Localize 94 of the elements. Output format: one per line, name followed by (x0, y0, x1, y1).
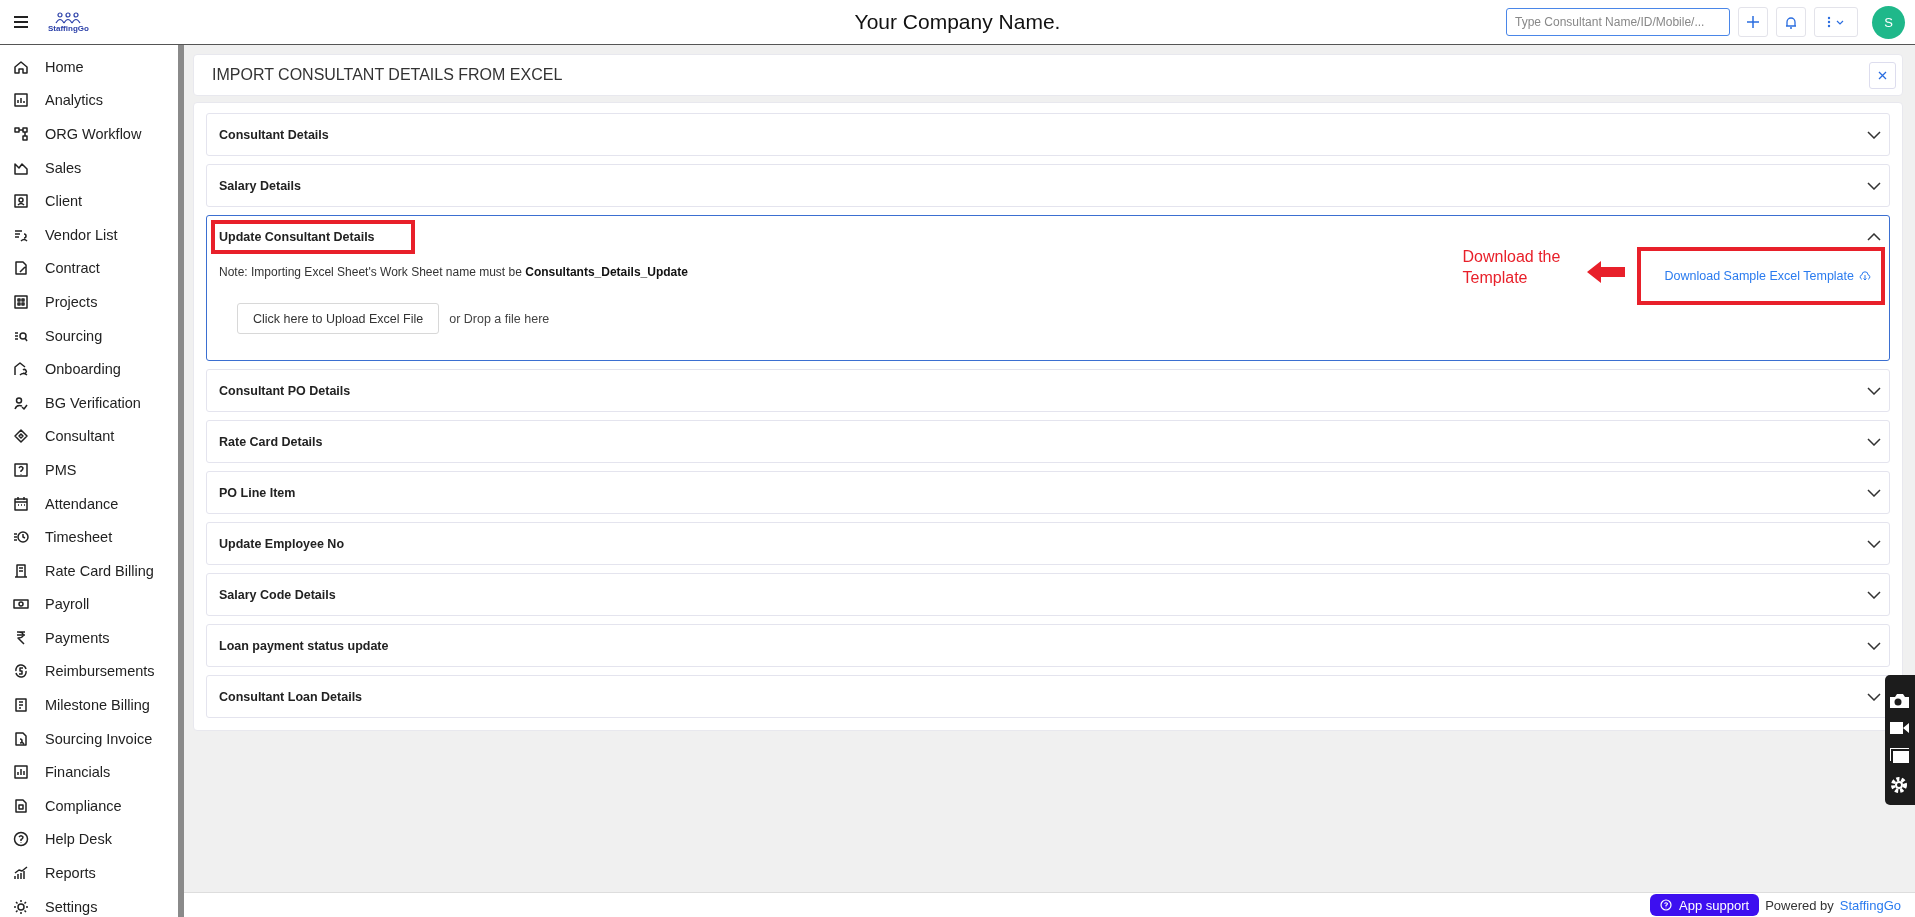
menu-icon[interactable] (14, 16, 28, 28)
dots-caret-icon (1826, 16, 1846, 28)
brand-link[interactable]: StaffingGo (1839, 897, 1901, 913)
chevron-down-icon[interactable] (1867, 641, 1881, 650)
search-field[interactable]: Type Consultant Name/ID/Mobile/... (1506, 8, 1730, 36)
camera-icon[interactable] (1889, 693, 1909, 709)
sidebar-item[interactable]: Timesheet (45, 529, 113, 546)
section-title[interactable]: Salary Details (211, 168, 309, 203)
sidebar-item[interactable]: Home (45, 58, 84, 75)
question-box-icon (13, 461, 29, 478)
sidebar-item[interactable]: Vendor List (45, 226, 118, 243)
grid-icon (13, 293, 29, 310)
bar-chart-icon (13, 92, 29, 109)
rising-chart-icon (13, 865, 29, 882)
sidebar-item[interactable]: Reports (45, 865, 96, 882)
annotation-text: Download the Template (1462, 247, 1562, 288)
people-logo-icon (55, 11, 82, 24)
sidebar-item[interactable]: Contract (45, 260, 100, 277)
notification-button[interactable] (1776, 7, 1806, 37)
window-icon[interactable] (1889, 747, 1909, 763)
section-title[interactable]: Salary Code Details (211, 577, 344, 612)
help-icon (1660, 899, 1673, 911)
section-title[interactable]: PO Line Item (211, 475, 304, 510)
section-title[interactable]: Rate Card Details (211, 424, 331, 459)
chevron-down-icon[interactable] (1867, 386, 1881, 395)
app-support-button[interactable]: App support (1650, 894, 1760, 916)
sidebar-item[interactable]: Compliance (45, 797, 122, 814)
section-title[interactable]: Consultant Details (211, 117, 337, 152)
house-person-icon (13, 361, 29, 378)
chevron-down-icon[interactable] (1867, 692, 1881, 701)
section-title[interactable]: Consultant Loan Details (211, 679, 371, 714)
person-card-icon (13, 193, 29, 210)
upload-button[interactable]: Click here to Upload Excel File (237, 303, 440, 334)
bell-icon (1785, 15, 1797, 29)
sidebar-item[interactable]: Onboarding (45, 361, 121, 378)
gear-icon (13, 898, 29, 915)
chevron-down-icon[interactable] (1867, 488, 1881, 497)
section-title[interactable]: Update Consultant Details (211, 219, 415, 254)
sidebar-item[interactable]: PMS (45, 461, 77, 478)
note-text: Note: Importing Excel Sheet's Work Sheet name must be Consultants_Details_Update (219, 265, 689, 279)
sidebar-item[interactable]: Sourcing Invoice (45, 730, 153, 747)
sidebar-item[interactable]: Help Desk (45, 831, 112, 848)
sidebar-item[interactable]: Consultant (45, 428, 115, 445)
sidebar-item[interactable]: Settings (45, 898, 98, 915)
page-title: IMPORT CONSULTANT DETAILS FROM EXCEL (212, 66, 563, 84)
plus-icon (1747, 16, 1759, 28)
section-title[interactable]: Consultant PO Details (211, 373, 359, 408)
chevron-down-icon[interactable] (1867, 539, 1881, 548)
sidebar-item[interactable]: Financials (45, 764, 111, 781)
section-title[interactable]: Update Employee No (211, 526, 353, 561)
receipt-icon (13, 562, 29, 579)
document-icon (13, 797, 29, 814)
document-search-icon (13, 730, 29, 747)
house-icon (13, 58, 29, 75)
add-button[interactable] (1738, 7, 1768, 37)
cloud-download-icon[interactable] (1859, 271, 1871, 281)
sidebar-item[interactable]: Reimbursements (45, 663, 155, 680)
person-check-icon (13, 394, 29, 411)
download-template-link[interactable]: Download Sample Excel Template (1664, 269, 1854, 283)
company-title: Your Company Name. (854, 10, 1061, 34)
sidebar-item[interactable]: Analytics (45, 92, 104, 109)
sidebar-item[interactable]: Sourcing (45, 327, 103, 344)
sidebar-item[interactable]: ORG Workflow (45, 126, 142, 142)
chevron-down-icon[interactable] (1867, 437, 1881, 446)
video-camera-icon[interactable] (1889, 721, 1909, 735)
refresh-dollar-icon (13, 663, 29, 680)
powered-by-text: Powered by (1765, 897, 1834, 913)
document-lines-icon (13, 697, 29, 714)
calendar-icon (13, 495, 29, 512)
chevron-down-icon[interactable] (1867, 130, 1881, 139)
bar-chart-icon (13, 764, 29, 781)
sidebar-item[interactable]: Milestone Billing (45, 697, 150, 714)
chevron-down-icon[interactable] (1867, 181, 1881, 190)
chevron-up-icon[interactable] (1867, 232, 1881, 241)
sidebar-item[interactable]: Projects (45, 293, 98, 310)
sidebar-item[interactable]: Attendance (45, 495, 119, 512)
sidebar-item[interactable]: Client (45, 193, 83, 210)
flowchart-icon (13, 126, 29, 142)
clock-list-icon (13, 529, 29, 546)
gear-icon[interactable] (1889, 775, 1909, 795)
section-title[interactable]: Loan payment status update (211, 628, 397, 663)
sidebar-item[interactable]: Payments (45, 629, 110, 646)
document-icon (13, 260, 29, 277)
sidebar-item[interactable]: Rate Card Billing (45, 562, 154, 579)
sidebar-item[interactable]: Payroll (45, 596, 90, 613)
close-icon (1878, 70, 1887, 80)
annotation-arrow (1586, 261, 1625, 283)
help-icon (13, 831, 29, 848)
sidebar-item[interactable]: Sales (45, 159, 82, 176)
close-button[interactable] (1869, 61, 1896, 89)
sidebar-item[interactable]: BG Verification (45, 394, 141, 411)
chevron-down-icon[interactable] (1867, 590, 1881, 599)
logo-text: StaffingGo (48, 23, 89, 33)
drop-hint: or Drop a file here (449, 311, 550, 326)
